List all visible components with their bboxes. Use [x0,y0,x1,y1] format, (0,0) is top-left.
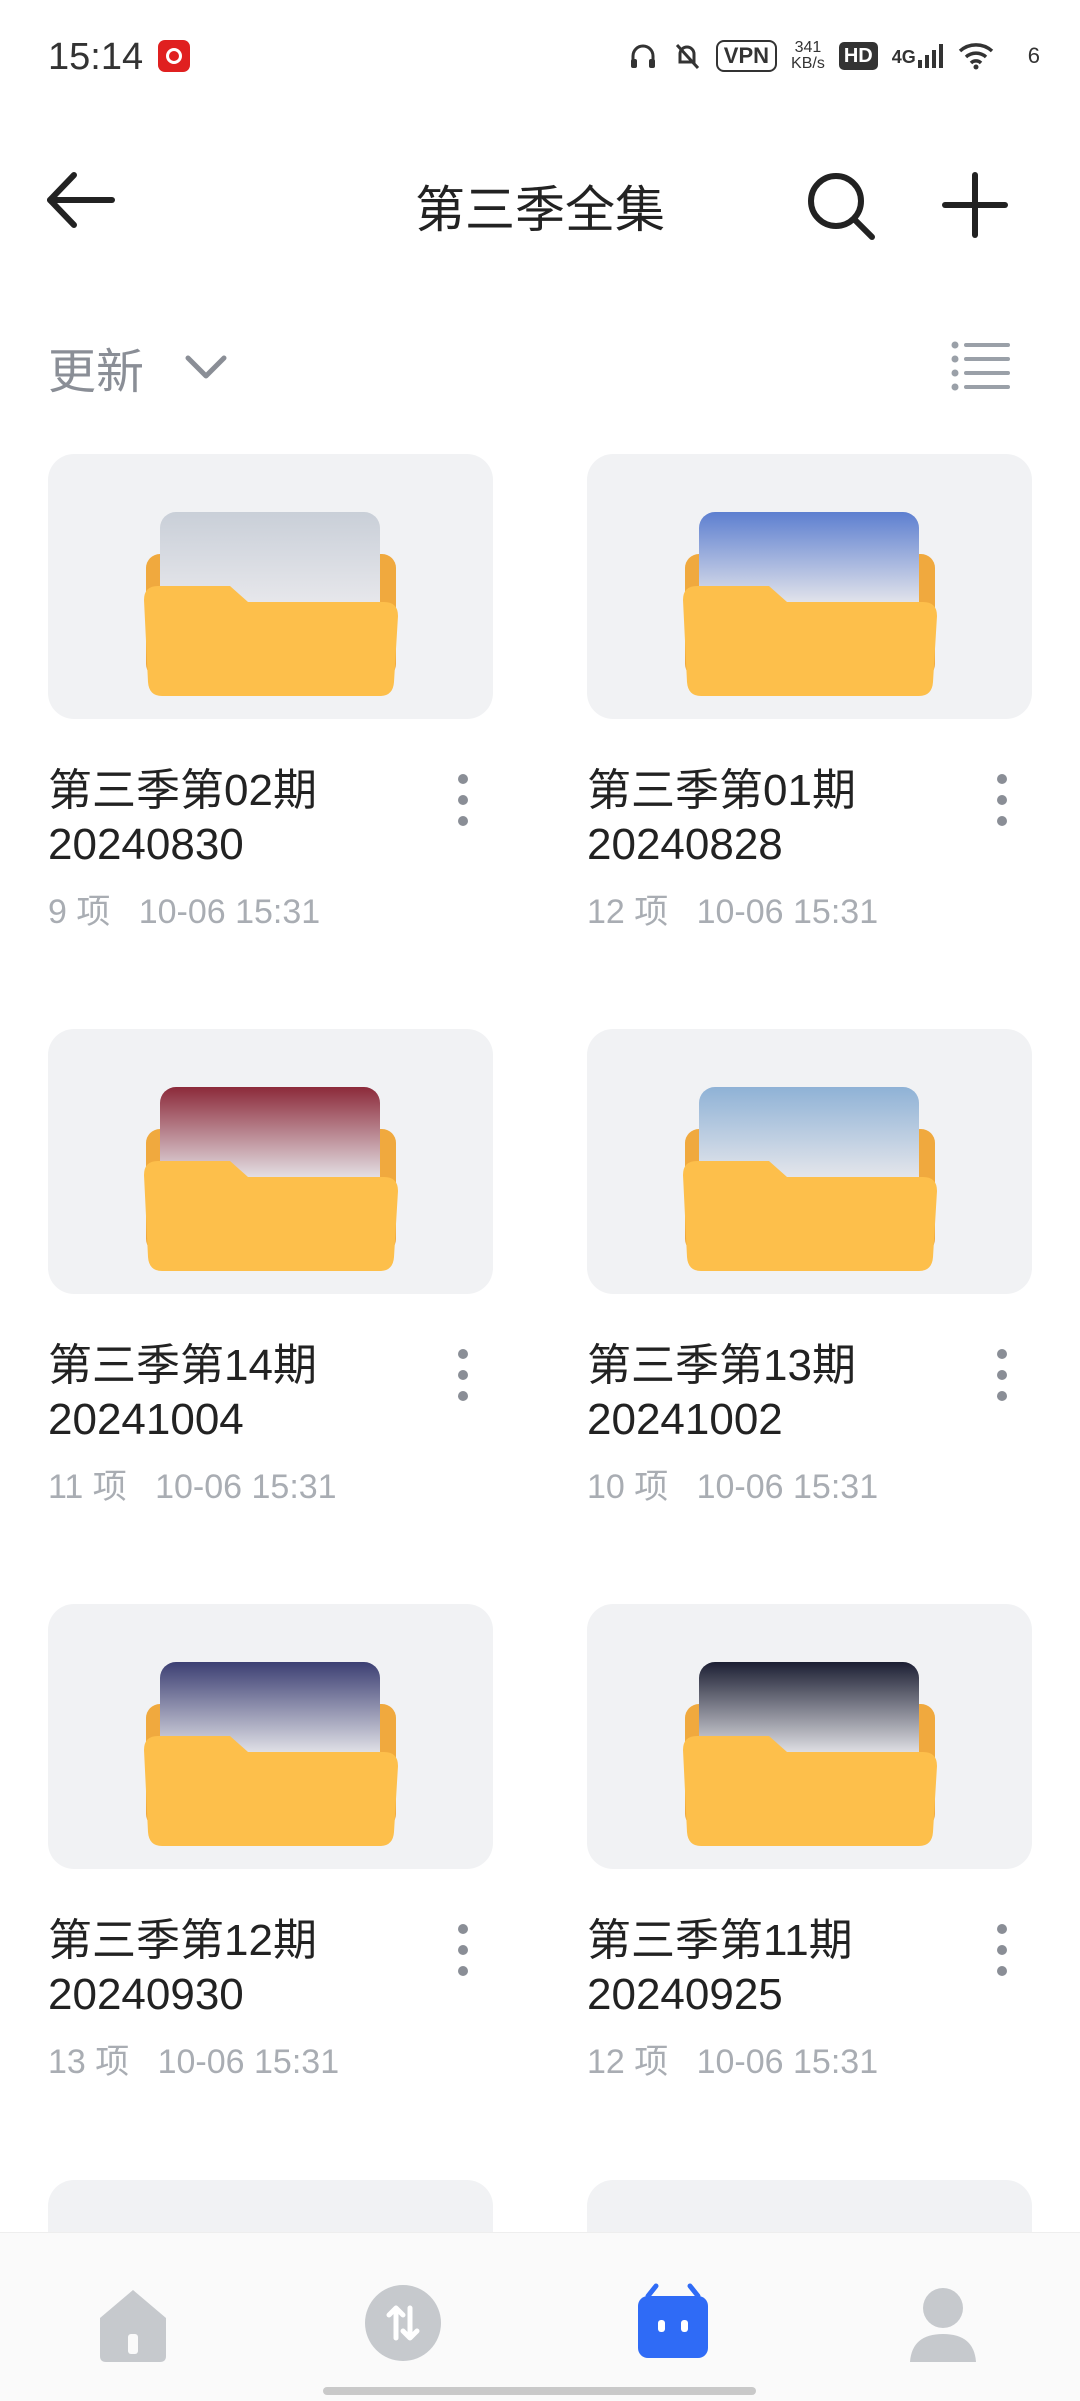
status-bar: 15:14 VPN 341 KB/s HD 4G 6 [0,0,1080,110]
folder-card-partial[interactable] [587,2180,1032,2240]
folder-item-count: 11 项 [48,1468,127,1506]
folder-card[interactable]: 第三季第11期 20240925 12 项 10-06 15:31 [587,1604,1032,2081]
folder-date: 10-06 15:31 [157,2043,340,2081]
more-options-icon[interactable] [987,1924,1017,1984]
app-header: 第三季全集 [0,140,1080,260]
folder-meta: 10 项 10-06 15:31 [587,1466,927,1508]
files-icon[interactable] [628,2278,718,2368]
folder-meta: 9 项 10-06 15:31 [48,891,388,933]
network-speed: 341 KB/s [791,40,825,72]
vpn-badge: VPN [715,40,778,72]
hd-badge: HD [838,42,878,70]
battery-level: 6 [1027,43,1040,68]
signal-icon: 4G [892,44,944,68]
sort-label: 更新 [48,346,145,399]
page-title: 第三季全集 [415,182,665,238]
folder-card[interactable]: 第三季第01期 20240828 12 项 10-06 15:31 [587,454,1032,931]
folder-date: 10-06 15:31 [155,1468,337,1506]
folder-icon [144,1736,398,1846]
status-time: 15:14 [48,36,144,78]
folder-card[interactable]: 第三季第12期 20240930 13 项 10-06 15:31 [48,1604,493,2081]
bottom-navigation [0,2232,1080,2401]
folder-item-count: 13 项 [48,2043,130,2081]
more-options-icon[interactable] [448,1924,478,1984]
sort-bar: 更新 [0,320,1080,410]
speed-unit: KB/s [791,55,825,72]
wifi-icon [958,43,993,70]
list-view-icon[interactable] [950,338,1010,392]
folder-card[interactable]: 第三季第14期 20241004 11 项 10-06 15:31 [48,1029,493,1506]
folder-date: 10-06 15:31 [696,2043,879,2081]
chevron-down-icon [185,355,227,379]
more-options-icon[interactable] [448,774,478,834]
folder-item-count: 12 项 [587,893,669,931]
folder-title: 第三季第02期 20240830 [48,766,317,869]
folder-item-count: 10 项 [587,1468,669,1506]
folder-card[interactable]: 第三季第02期 20240830 9 项 10-06 15:31 [48,454,493,931]
folder-icon [144,586,398,696]
gesture-home-bar[interactable] [323,2387,756,2395]
search-icon[interactable] [800,165,880,245]
folder-title: 第三季第12期 20240930 [48,1916,317,2019]
folder-thumbnail[interactable] [48,1604,493,1869]
folder-card-partial[interactable] [48,2180,493,2240]
folder-date: 10-06 15:31 [696,1468,879,1506]
sort-dropdown[interactable]: 更新 [48,332,228,402]
more-options-icon[interactable] [448,1349,478,1409]
folder-meta: 12 项 10-06 15:31 [587,891,927,933]
bell-off-icon [675,43,699,70]
music-app-icon [158,40,190,72]
folder-icon [683,1736,937,1846]
folder-title: 第三季第14期 20241004 [48,1341,317,1444]
speed-value: 341 [794,39,822,56]
folder-item-count: 9 项 [48,893,111,931]
folder-meta: 12 项 10-06 15:31 [587,2041,927,2083]
folder-title: 第三季第01期 20240828 [587,766,856,869]
folder-thumbnail[interactable] [48,1029,493,1294]
status-icons: VPN 341 KB/s HD 4G 6 [628,36,1040,76]
folder-icon [683,1161,937,1271]
more-options-icon[interactable] [987,1349,1017,1409]
transfer-icon[interactable] [358,2278,448,2368]
network-type: 4G [891,47,916,67]
home-icon[interactable] [88,2278,178,2368]
folder-title: 第三季第13期 20241002 [587,1341,856,1444]
folder-date: 10-06 15:31 [696,893,879,931]
folder-meta: 11 项 10-06 15:31 [48,1466,388,1508]
folder-item-count: 12 项 [587,2043,669,2081]
profile-icon[interactable] [898,2278,988,2368]
folder-thumbnail[interactable] [48,454,493,719]
folder-thumbnail[interactable] [587,454,1032,719]
folder-date: 10-06 15:31 [138,893,321,931]
folder-thumbnail[interactable] [587,1029,1032,1294]
folder-title: 第三季第11期 20240925 [587,1916,853,2019]
folder-card[interactable]: 第三季第13期 20241002 10 项 10-06 15:31 [587,1029,1032,1506]
folder-icon [683,586,937,696]
headphones-icon [630,44,655,68]
folder-meta: 13 项 10-06 15:31 [48,2041,388,2083]
folder-icon [144,1161,398,1271]
plus-icon[interactable] [935,165,1015,245]
more-options-icon[interactable] [987,774,1017,834]
folder-thumbnail[interactable] [587,1604,1032,1869]
